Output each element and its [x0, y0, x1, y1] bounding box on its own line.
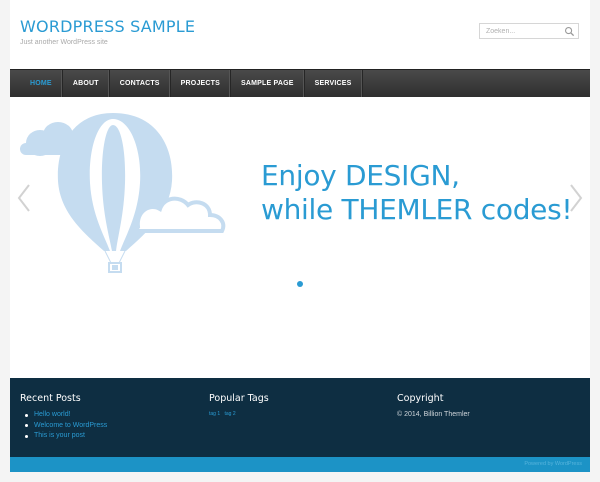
slider-prev-arrow-icon[interactable] — [16, 183, 32, 213]
footer-bottom-bar: Powered by WordPress — [10, 457, 590, 472]
site-tagline: Just another WordPress site — [20, 39, 108, 46]
site-title[interactable]: WORDPRESS SAMPLE — [20, 17, 195, 36]
main-nav: HOME ABOUT CONTACTS PROJECTS SAMPLE PAGE… — [10, 69, 590, 97]
recent-post-link[interactable]: Welcome to WordPress — [24, 421, 107, 432]
nav-item-services[interactable]: SERVICES — [305, 70, 363, 97]
site-footer: Recent Posts Hello world! Welcome to Wor… — [10, 378, 590, 457]
recent-post-link[interactable]: This is your post — [24, 431, 107, 442]
recent-posts-widget: Recent Posts Hello world! Welcome to Wor… — [20, 393, 107, 442]
search-box — [479, 23, 579, 39]
nav-item-about[interactable]: ABOUT — [63, 70, 110, 97]
search-input[interactable] — [480, 24, 566, 38]
search-icon[interactable] — [564, 26, 575, 37]
copyright-title: Copyright — [397, 393, 444, 404]
nav-item-sample-page[interactable]: SAMPLE PAGE — [231, 70, 305, 97]
hero-line-1: Enjoy DESIGN, — [261, 159, 460, 192]
tag-link[interactable]: tag 2 — [225, 411, 236, 417]
hero-slider: Enjoy DESIGN, while THEMLER codes! — [10, 97, 590, 378]
nav-item-projects[interactable]: PROJECTS — [171, 70, 232, 97]
tag-cloud: tag 1 tag 2 — [209, 411, 269, 417]
recent-post-link[interactable]: Hello world! — [24, 410, 107, 421]
popular-tags-widget: Popular Tags tag 1 tag 2 — [209, 393, 269, 417]
recent-posts-list: Hello world! Welcome to WordPress This i… — [20, 410, 107, 442]
nav-item-home[interactable]: HOME — [10, 70, 63, 97]
slider-next-arrow-icon[interactable] — [568, 183, 584, 213]
powered-by-link[interactable]: Powered by WordPress — [524, 461, 582, 467]
recent-posts-title: Recent Posts — [20, 393, 81, 404]
hero-line-2: while THEMLER codes! — [261, 193, 573, 226]
nav-item-contacts[interactable]: CONTACTS — [110, 70, 171, 97]
copyright-text: © 2014, Billion Themler — [397, 411, 470, 418]
hero-headline: Enjoy DESIGN, while THEMLER codes! — [261, 159, 573, 227]
page-frame: WORDPRESS SAMPLE Just another WordPress … — [10, 0, 590, 472]
balloon-icon — [57, 113, 173, 273]
hot-air-balloon-illustration — [20, 113, 226, 273]
tag-link[interactable]: tag 1 — [209, 411, 220, 417]
popular-tags-title: Popular Tags — [209, 393, 269, 404]
slider-pagination-dot[interactable] — [297, 281, 303, 287]
copyright-widget: Copyright © 2014, Billion Themler — [397, 393, 470, 418]
